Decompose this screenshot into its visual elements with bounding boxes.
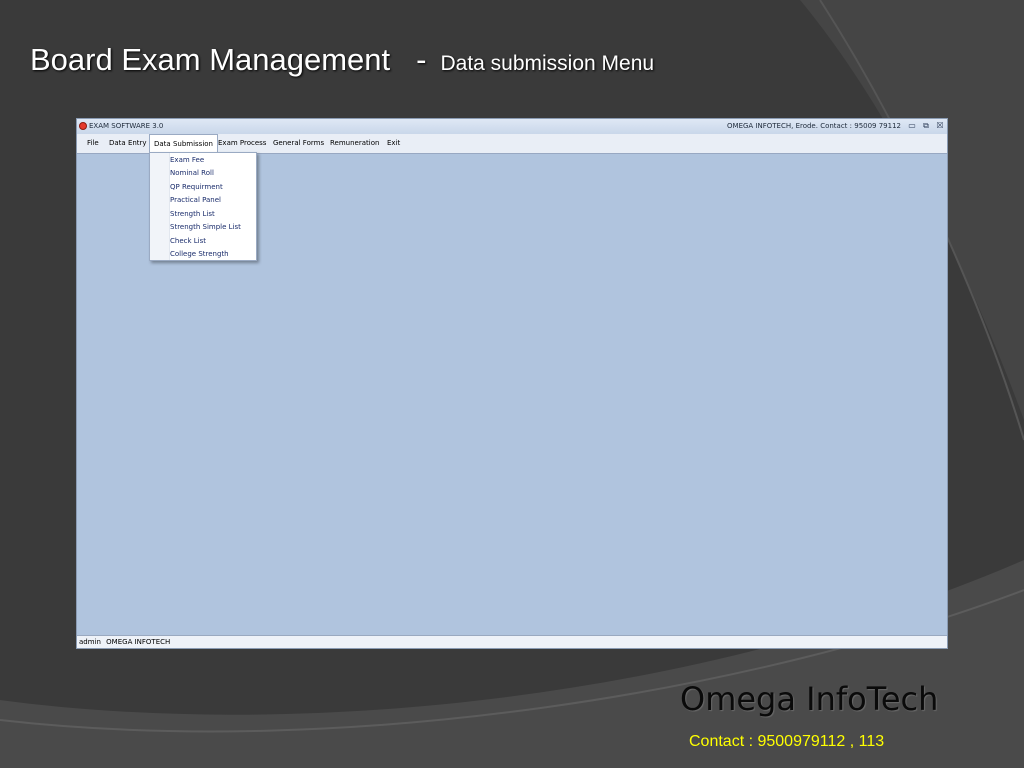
slide-title-dash: - xyxy=(416,42,427,77)
menu-exit[interactable]: Exit xyxy=(383,134,404,153)
app-icon xyxy=(79,122,87,130)
data-submission-dropdown: Exam Fee Nominal Roll QP Requirment Prac… xyxy=(149,152,257,261)
minimize-icon[interactable]: ▭ xyxy=(907,121,917,131)
menu-remuneration[interactable]: Remuneration xyxy=(326,134,383,153)
status-org: OMEGA INFOTECH xyxy=(106,638,171,646)
company-name: Omega InfoTech xyxy=(680,680,939,718)
dropdown-item-check-list[interactable]: Check List xyxy=(170,235,206,247)
menu-file[interactable]: File xyxy=(83,134,103,153)
slide-subtitle: Data submission Menu xyxy=(440,52,655,75)
dropdown-item-exam-fee[interactable]: Exam Fee xyxy=(170,154,204,166)
menu-data-entry[interactable]: Data Entry xyxy=(105,134,151,153)
contact-line: Contact : 9500979112 , 113 xyxy=(689,733,885,750)
dropdown-item-strength-list[interactable]: Strength List xyxy=(170,208,215,220)
menu-bar: File Data Entry Data Submission Exam Pro… xyxy=(77,134,947,154)
restore-icon[interactable]: ⧉ xyxy=(921,121,931,131)
dropdown-gutter xyxy=(150,153,170,260)
dropdown-item-qp-requirment[interactable]: QP Requirment xyxy=(170,181,223,193)
menu-general-forms[interactable]: General Forms xyxy=(269,134,328,153)
dropdown-item-college-strength[interactable]: College Strength xyxy=(170,248,229,260)
dropdown-item-strength-simple-list[interactable]: Strength Simple List xyxy=(170,221,241,233)
app-window: EXAM SOFTWARE 3.0 OMEGA INFOTECH, Erode.… xyxy=(76,118,948,649)
slide-title: Board Exam Management - Data submission Me… xyxy=(30,42,654,78)
status-user: admin xyxy=(79,638,101,646)
dropdown-item-practical-panel[interactable]: Practical Panel xyxy=(170,194,221,206)
menu-data-submission[interactable]: Data Submission xyxy=(149,134,218,153)
window-title: EXAM SOFTWARE 3.0 xyxy=(89,122,164,130)
window-titlebar[interactable]: EXAM SOFTWARE 3.0 OMEGA INFOTECH, Erode.… xyxy=(77,119,947,134)
status-bar: admin OMEGA INFOTECH xyxy=(77,635,947,648)
menu-exam-process[interactable]: Exam Process xyxy=(214,134,270,153)
window-contact: OMEGA INFOTECH, Erode. Contact : 95009 7… xyxy=(727,122,901,130)
dropdown-item-nominal-roll[interactable]: Nominal Roll xyxy=(170,167,214,179)
close-icon[interactable]: ☒ xyxy=(935,121,945,131)
slide-title-main: Board Exam Management xyxy=(30,42,391,77)
